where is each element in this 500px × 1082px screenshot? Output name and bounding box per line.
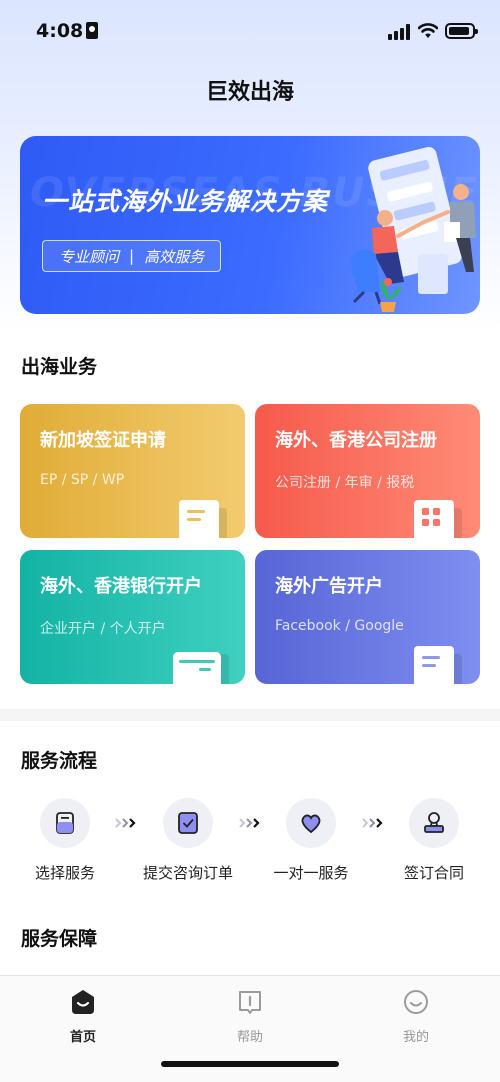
consulting-illustration-icon (350, 147, 476, 312)
ad-document-icon (414, 646, 462, 684)
section-title-business: 出海业务 (21, 356, 98, 378)
process-step-sign-contract: 签订合同 (369, 798, 499, 883)
document-icon (40, 798, 90, 848)
banner-title: 一站式海外业务解决方案 (42, 187, 329, 216)
profile-smile-icon (404, 990, 428, 1014)
building-icon (414, 500, 462, 538)
step-label: 选择服务 (34, 864, 95, 882)
card-title: 海外、香港公司注册 (275, 430, 437, 451)
card-title: 新加坡签证申请 (40, 430, 166, 451)
bank-card-icon (173, 646, 229, 684)
document-icon (179, 500, 227, 538)
section-title-guarantee: 服务保障 (21, 928, 98, 950)
home-icon (72, 990, 94, 1014)
wifi-icon (418, 23, 438, 38)
promo-banner[interactable]: OVERSEAS BUSINESS 一站式海外业务解决方案 专业顾问 | 高效服… (20, 136, 480, 314)
page-title: 巨效出海 (205, 80, 294, 105)
card-company-registration[interactable]: 海外、香港公司注册 公司注册 / 年审 / 报税 (255, 404, 480, 538)
process-step-one-on-one: 一对一服务 (246, 798, 376, 883)
sim-card-icon (86, 22, 98, 39)
card-overseas-ads[interactable]: 海外广告开户 Facebook / Google (255, 550, 480, 684)
banner-tags: 专业顾问 | 高效服务 (42, 240, 222, 272)
battery-icon (445, 23, 478, 39)
checklist-icon (163, 798, 213, 848)
card-subtitle: 企业开户 / 个人开户 (40, 621, 166, 637)
tab-label: 我的 (402, 1030, 429, 1045)
banner-tag-consultant: 专业顾问 (59, 247, 120, 266)
card-bank-account[interactable]: 海外、香港银行开户 企业开户 / 个人开户 (20, 550, 245, 684)
signal-strength-icon (388, 24, 410, 40)
status-time: 4:08 (36, 20, 84, 42)
help-book-icon (239, 991, 261, 1014)
card-subtitle: 公司注册 / 年审 / 报税 (275, 475, 415, 491)
stamp-icon (409, 798, 459, 848)
card-subtitle: EP / SP / WP (40, 472, 125, 488)
status-bar: 4:08 (0, 0, 500, 62)
card-title: 海外、香港银行开户 (40, 576, 202, 597)
card-singapore-visa[interactable]: 新加坡签证申请 EP / SP / WP (20, 404, 245, 538)
section-title-process: 服务流程 (21, 750, 98, 772)
process-step-submit-order: 提交咨询订单 (123, 798, 253, 883)
tab-label: 首页 (69, 1030, 96, 1045)
tab-help[interactable]: 帮助 (210, 988, 290, 1045)
step-label: 提交咨询订单 (142, 864, 233, 882)
home-indicator (161, 1061, 339, 1067)
tab-profile[interactable]: 我的 (376, 988, 456, 1045)
step-label: 一对一服务 (273, 864, 349, 882)
tab-home[interactable]: 首页 (43, 988, 123, 1045)
tab-label: 帮助 (236, 1030, 263, 1045)
card-title: 海外广告开户 (275, 576, 383, 597)
process-step-select-service: 选择服务 (0, 798, 130, 883)
heart-icon (286, 798, 336, 848)
banner-tag-separator: | (129, 247, 135, 265)
card-subtitle: Facebook / Google (275, 618, 404, 634)
section-divider (0, 709, 500, 721)
banner-tag-service: 高效服务 (144, 247, 205, 266)
step-label: 签订合同 (403, 864, 464, 882)
